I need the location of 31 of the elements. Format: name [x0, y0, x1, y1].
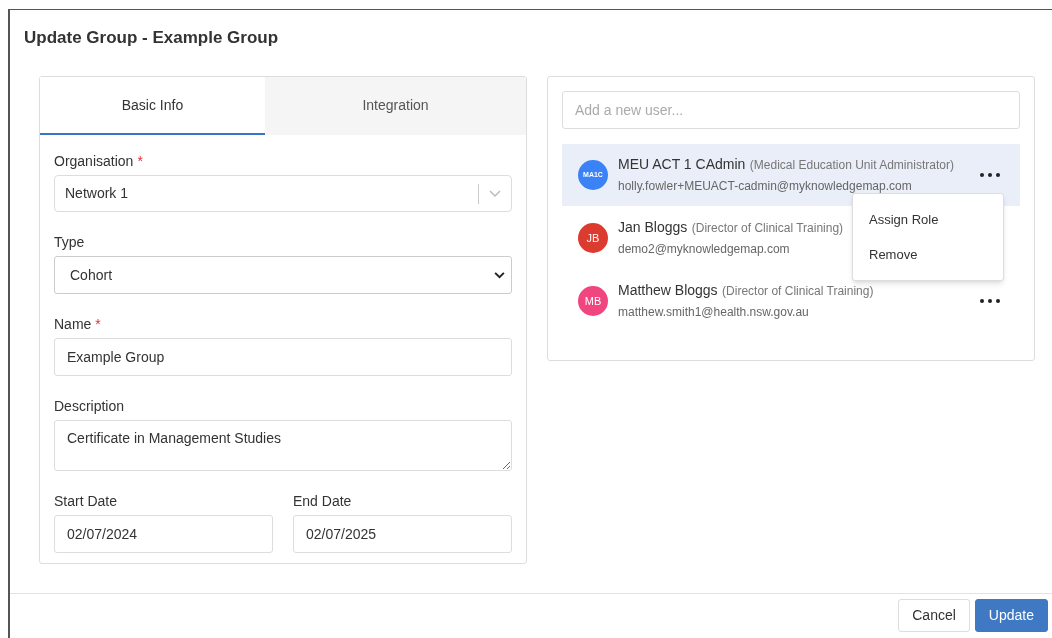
chevron-down-icon	[489, 189, 501, 198]
field-label: Start Date	[54, 492, 119, 511]
user-name: Matthew Bloggs (Director of Clinical Training)	[618, 281, 874, 300]
date-input[interactable]: 02/07/2025	[293, 515, 512, 553]
user-name: Jan Bloggs (Director of Clinical Training)	[618, 218, 844, 237]
date-input[interactable]: 02/07/2024	[54, 515, 273, 553]
field-label: Type	[54, 233, 86, 252]
organisation-select[interactable]: Network 1	[54, 175, 512, 212]
field-label: Name *	[54, 315, 102, 334]
field-label: Description	[54, 397, 126, 416]
cancel-button[interactable]: Cancel	[898, 598, 970, 632]
menu-item[interactable]: Remove	[853, 237, 1003, 272]
user-name: MEU ACT 1 CAdmin (Medical Education Unit Administrator)	[618, 155, 954, 174]
add-user-field[interactable]: Add a new user...	[562, 91, 1020, 129]
type-select[interactable]: Cohort	[54, 256, 512, 294]
tab[interactable]: Basic Info	[40, 77, 265, 135]
tab[interactable]: Integration	[265, 77, 526, 135]
required-asterisk: *	[137, 153, 143, 169]
user-email: demo2@myknowledgemap.com	[618, 241, 790, 258]
user-email: matthew.smith1@health.nsw.gov.au	[618, 304, 809, 321]
field-label: Organisation *	[54, 152, 144, 171]
update-button[interactable]: Update	[974, 598, 1048, 632]
description-textarea[interactable]: Certificate in Management Studies	[54, 420, 512, 471]
field-label: End Date	[293, 492, 353, 511]
dialog-title: Update Group - Example Group	[23, 27, 280, 49]
user-avatar: JB	[578, 223, 608, 253]
name-input[interactable]: Example Group	[54, 338, 512, 376]
chevron-down-icon	[494, 271, 505, 279]
required-asterisk: *	[95, 316, 101, 332]
user-avatar: MB	[578, 286, 608, 316]
user-email: holly.fowler+MEUACT-cadmin@myknowledgemap.com	[618, 178, 912, 195]
